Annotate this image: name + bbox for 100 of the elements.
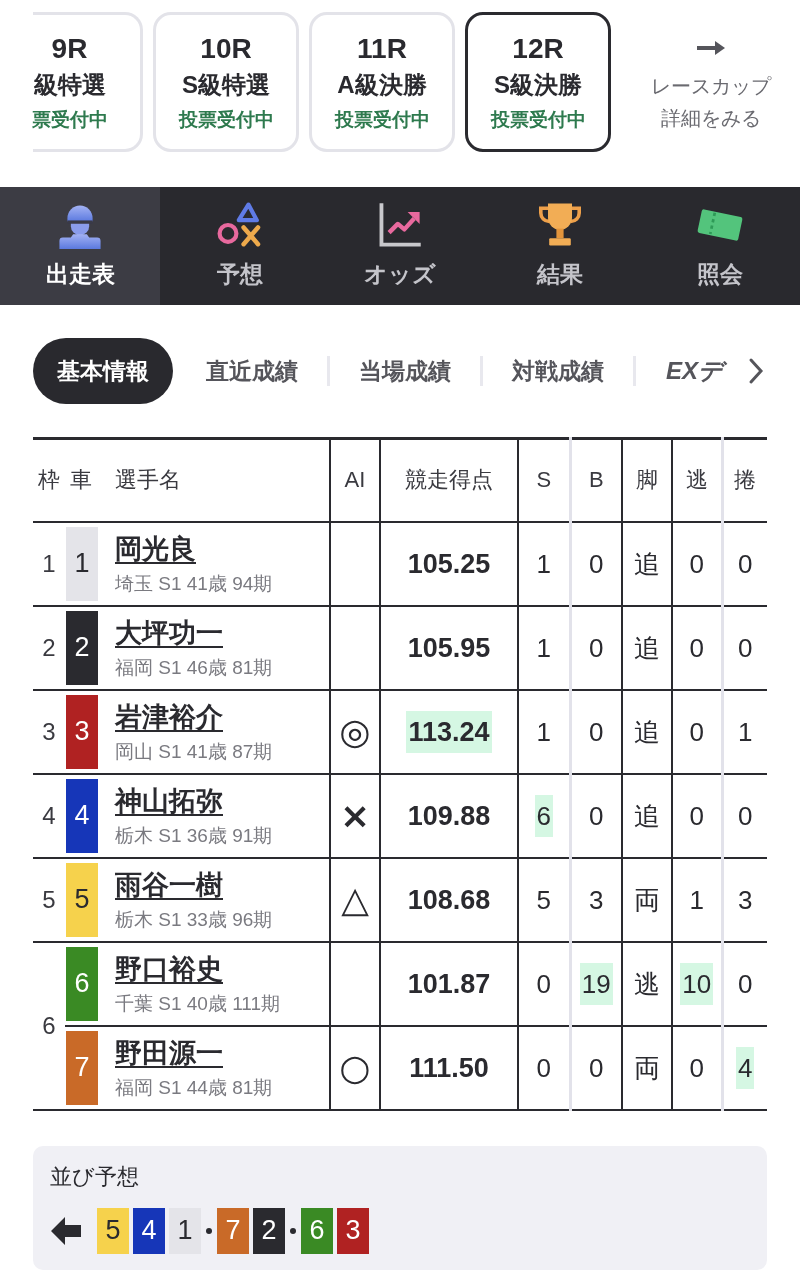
stat-value: 19	[579, 962, 613, 1005]
car-number-badge: 1	[66, 526, 98, 601]
ai-prediction-mark: ×	[339, 795, 371, 836]
stat-value: 0	[588, 547, 605, 581]
rider-details: 岡山 S1 41歳 87期	[115, 739, 274, 764]
rider-details: 栃木 S1 36歳 91期	[115, 823, 274, 848]
rider-name-link[interactable]: 岩津裕介	[115, 699, 223, 734]
stat-value: 0	[588, 631, 605, 665]
column-header: B	[570, 438, 622, 522]
chevron-right-icon[interactable]	[748, 357, 764, 385]
separator-dot-icon	[290, 1227, 296, 1234]
car-number-badge: 6	[301, 1207, 333, 1254]
ai-prediction-mark: △	[341, 879, 369, 920]
nav-tab[interactable]: 結果	[480, 187, 640, 305]
rider-name-link[interactable]: 雨谷一樹	[115, 867, 223, 902]
stat-value: 3	[588, 883, 605, 917]
rider-name-link[interactable]: 野口裕史	[115, 951, 223, 986]
column-header: 車	[65, 438, 115, 522]
race-tab[interactable]: 10R S級特選 投票受付中	[153, 12, 299, 152]
race-tab[interactable]: 9R 級特選 票受付中	[33, 12, 143, 152]
stat-value: 1	[737, 715, 754, 749]
stat-value: 0	[588, 1051, 605, 1085]
stat-value: 追	[633, 631, 661, 665]
stat-value: 0	[535, 1051, 552, 1085]
car-number-badge: 6	[66, 946, 98, 1021]
sub-tab[interactable]: 当場成績	[330, 351, 480, 391]
stat-value: 0	[737, 631, 754, 665]
car-number-badge: 3	[66, 694, 98, 769]
rider-name-link[interactable]: 神山拓弥	[115, 783, 223, 818]
nav-tab[interactable]: オッズ	[320, 187, 480, 305]
stat-value: 追	[633, 547, 661, 581]
rider-details: 埼玉 S1 41歳 94期	[115, 571, 274, 596]
rider-name-link[interactable]: 野田源一	[115, 1035, 223, 1070]
column-header: 捲	[722, 438, 767, 522]
stat-value: 5	[535, 883, 552, 917]
stat-value: 両	[633, 883, 661, 917]
stat-value: 3	[737, 883, 754, 917]
stat-value: 追	[633, 715, 661, 749]
stat-value: 0	[535, 967, 552, 1001]
car-number-badge: 3	[337, 1207, 369, 1254]
separator-dot-icon	[206, 1227, 212, 1234]
nav-tab[interactable]: 照会	[640, 187, 800, 305]
column-header: 脚	[622, 438, 672, 522]
sub-tab[interactable]: 直近成績	[177, 351, 327, 391]
stat-value: 4	[736, 1046, 755, 1089]
stat-value: 0	[688, 1051, 705, 1085]
stat-value: 追	[633, 799, 661, 833]
stat-value: 0	[588, 799, 605, 833]
score-value: 105.95	[406, 631, 492, 665]
stat-value: 0	[688, 547, 705, 581]
column-header: S	[518, 438, 570, 522]
sub-tab[interactable]: EXデ	[636, 351, 746, 391]
stat-value: 0	[688, 799, 705, 833]
nav-tab[interactable]: 予想	[160, 187, 320, 305]
score-value: 109.88	[406, 799, 492, 833]
stat-value: 1	[688, 883, 705, 917]
car-number-badge: 4	[133, 1207, 165, 1254]
car-number-badge: 5	[66, 862, 98, 937]
stat-value: 逃	[633, 967, 661, 1001]
ai-prediction-mark: ○	[339, 1047, 371, 1088]
nav-tab[interactable]: 出走表	[0, 187, 160, 305]
stat-value: 1	[535, 715, 552, 749]
rider-details: 千葉 S1 40歳 111期	[115, 991, 282, 1016]
column-header: 枠	[33, 438, 65, 522]
stat-value: 0	[588, 715, 605, 749]
race-cup-detail-link[interactable]: レースカップ 詳細をみる	[621, 12, 800, 152]
arrow-right-icon	[695, 38, 726, 58]
rider-name-link[interactable]: 岡光良	[115, 531, 196, 566]
score-value: 113.24	[406, 710, 492, 753]
stat-value: 0	[688, 715, 705, 749]
sub-tab[interactable]: 対戦成績	[483, 351, 633, 391]
stat-value: 1	[535, 631, 552, 665]
car-number-badge: 7	[217, 1207, 249, 1254]
car-number-badge: 7	[66, 1030, 98, 1105]
sub-tab[interactable]: 基本情報	[33, 338, 173, 404]
car-number-badge: 2	[66, 610, 98, 685]
rider-details: 福岡 S1 44歳 81期	[115, 1075, 274, 1100]
score-value: 111.50	[408, 1051, 490, 1085]
column-header: AI	[330, 438, 380, 522]
stat-value: 10	[680, 962, 714, 1005]
stat-value: 0	[737, 967, 754, 1001]
column-header: 選手名	[115, 438, 330, 522]
car-number-badge: 5	[97, 1207, 129, 1254]
stat-value: 0	[737, 799, 754, 833]
car-number-badge: 2	[253, 1207, 285, 1254]
column-header: 競走得点	[380, 438, 518, 522]
stat-value: 1	[535, 547, 552, 581]
race-tab[interactable]: 11R A級決勝 投票受付中	[309, 12, 455, 152]
rider-details: 福岡 S1 46歳 81期	[115, 655, 274, 680]
stat-value: 6	[534, 794, 553, 837]
race-tab[interactable]: 12R S級決勝 投票受付中	[465, 12, 611, 152]
stat-value: 0	[688, 631, 705, 665]
ai-prediction-mark: ◎	[339, 711, 371, 752]
car-number-badge: 1	[169, 1207, 201, 1254]
section-title: 並び予想	[50, 1162, 140, 1191]
rider-name-link[interactable]: 大坪功一	[115, 615, 223, 650]
stat-value: 両	[633, 1051, 661, 1085]
rider-details: 栃木 S1 33歳 96期	[115, 907, 274, 932]
column-header: 逃	[672, 438, 722, 522]
score-value: 108.68	[406, 883, 492, 917]
